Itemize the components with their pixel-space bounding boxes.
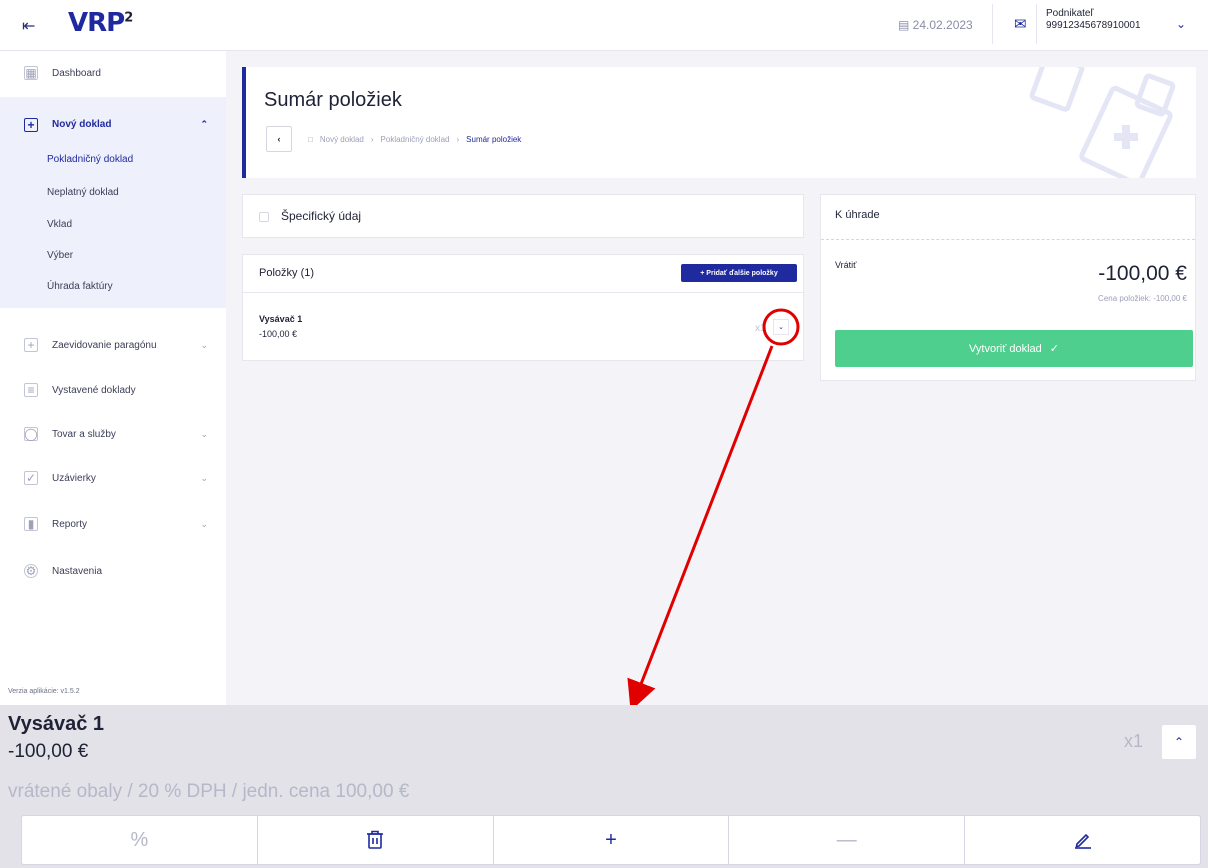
breadcrumb-item[interactable]: Pokladničný doklad [381, 135, 450, 144]
sidebar-item-uzavierky[interactable]: ✓ Uzávierky ⌄ [0, 456, 226, 500]
sidebar-item-dashboard[interactable]: ▦ Dashboard [0, 51, 226, 95]
user-menu[interactable]: Podnikateľ 99912345678910001 [1046, 8, 1141, 32]
minus-icon: — [836, 828, 857, 851]
chevron-down-icon[interactable]: ⌄ [200, 519, 208, 530]
logo[interactable]: VRP2 [68, 8, 133, 38]
pencil-icon [1074, 833, 1091, 849]
decrease-quantity-button[interactable]: — [729, 816, 966, 864]
chevron-up-icon[interactable]: ⌃ [200, 119, 208, 130]
create-document-button[interactable]: Vytvoriť doklad ✓ [835, 330, 1193, 367]
item-quantity: x1 [755, 323, 766, 334]
decorative-documents-icon [1029, 67, 1176, 178]
divider [992, 4, 993, 44]
payment-title: K úhrade [835, 209, 880, 221]
payment-card: K úhrade Vrátiť -100,00 € Cena položiek:… [820, 194, 1196, 381]
receipt-add-icon: + [24, 338, 38, 352]
sidebar-subitem-vyber[interactable]: Výber [47, 250, 73, 261]
return-label: Vrátiť [835, 260, 857, 270]
mail-icon[interactable]: ✉ [1014, 15, 1027, 33]
calendar-check-icon: ✓ [24, 471, 38, 485]
user-id: 99912345678910001 [1046, 20, 1141, 31]
date-display: ▤ 24.02.2023 [898, 18, 973, 32]
edit-button[interactable] [965, 816, 1200, 864]
divider [243, 292, 803, 293]
sidebar-item-novy-doklad[interactable]: + Nový doklad ⌃ [0, 97, 226, 152]
increase-quantity-button[interactable]: + [494, 816, 730, 864]
checkmark-icon: ✓ [1049, 343, 1060, 355]
item-detail-panel: Vysávač 1 -100,00 € vrátené obaly / 20 %… [0, 705, 1208, 868]
breadcrumb-current: Sumár položiek [466, 135, 522, 144]
page-header: Sumár položiek ‹ □ Nový doklad › Pokladn… [242, 67, 1196, 178]
divider [1036, 4, 1037, 44]
back-button[interactable]: ‹ [266, 126, 292, 152]
detail-item-quantity: x1 [1124, 731, 1144, 751]
report-chart-icon: ▮ [24, 517, 38, 531]
sidebar: ▦ Dashboard + Nový doklad ⌃ Pokladničný … [0, 51, 226, 705]
documents-icon: ≡ [24, 383, 38, 397]
items-title: Položky (1) [259, 267, 315, 279]
dashboard-icon: ▦ [24, 66, 38, 80]
sidebar-subitem-vklad[interactable]: Vklad [47, 219, 72, 230]
user-role: Podnikateľ [1046, 8, 1094, 19]
collapse-sidebar-icon[interactable]: ⇤ [22, 16, 35, 36]
page-title: Sumár položiek [264, 89, 402, 111]
chevron-down-icon[interactable]: ⌄ [1176, 17, 1186, 31]
expand-item-button[interactable]: ⌄ [773, 319, 789, 335]
detail-item-price: -100,00 € [8, 741, 89, 762]
breadcrumb-item[interactable]: Nový doklad [320, 135, 364, 144]
plus-icon: + [605, 828, 617, 851]
discount-button[interactable]: % [22, 816, 258, 864]
sidebar-item-vystavene-doklady[interactable]: ≡ Vystavené doklady [0, 368, 226, 412]
item-actions-bar: % + — [21, 815, 1201, 865]
detail-item-description: vrátené obaly / 20 % DPH / jedn. cena 10… [8, 781, 410, 802]
items-price-total: Cena položiek: -100,00 € [1098, 294, 1187, 303]
app-version: Verzia aplikácie: v1.5.2 [8, 688, 80, 695]
detail-item-name: Vysávač 1 [8, 713, 105, 735]
add-items-button[interactable]: + Pridať ďalšie položky [681, 264, 797, 282]
sidebar-subitem-uhrada-faktury[interactable]: Úhrada faktúry [47, 281, 113, 292]
sidebar-subitem-neplatny-doklad[interactable]: Neplatný doklad [47, 187, 119, 198]
collapse-item-button[interactable]: ⌃ [1162, 725, 1196, 759]
specific-data-card: Špecifický údaj [242, 194, 804, 238]
trash-icon [367, 830, 384, 849]
breadcrumb-document-icon: □ [308, 135, 313, 144]
item-price: -100,00 € [259, 329, 298, 339]
specific-data-checkbox[interactable] [259, 212, 269, 222]
sidebar-item-zaevidovanie-paragonu[interactable]: + Zaevidovanie paragónu ⌄ [0, 323, 226, 367]
item-name: Vysávač 1 [259, 314, 303, 324]
top-bar: ⇤ VRP2 ▤ 24.02.2023 ✉ Podnikateľ 9991234… [0, 0, 1208, 51]
chevron-down-icon[interactable]: ⌄ [200, 429, 208, 440]
sidebar-item-nastavenia[interactable]: ⚙ Nastavenia [0, 549, 226, 593]
annotation-arrow [627, 345, 774, 711]
items-card: Položky (1) + Pridať ďalšie položky Vysá… [242, 254, 804, 361]
add-document-icon: + [24, 117, 38, 132]
delete-button[interactable] [258, 816, 494, 864]
divider [821, 239, 1195, 240]
payment-amount: -100,00 € [1098, 262, 1187, 285]
bag-icon: ◯ [24, 427, 38, 441]
sidebar-subnav [0, 152, 226, 308]
specific-data-label: Špecifický údaj [281, 209, 362, 223]
sidebar-item-tovar-a-sluzby[interactable]: ◯ Tovar a služby ⌄ [0, 412, 226, 456]
breadcrumb: □ Nový doklad › Pokladničný doklad › Sum… [308, 135, 522, 144]
gear-icon: ⚙ [24, 564, 38, 578]
sidebar-item-reporty[interactable]: ▮ Reporty ⌄ [0, 502, 226, 546]
percent-icon: % [130, 828, 149, 851]
chevron-down-icon[interactable]: ⌄ [200, 340, 208, 351]
sidebar-subitem-pokladnicny-doklad[interactable]: Pokladničný doklad [47, 154, 133, 165]
chevron-down-icon[interactable]: ⌄ [200, 473, 208, 484]
